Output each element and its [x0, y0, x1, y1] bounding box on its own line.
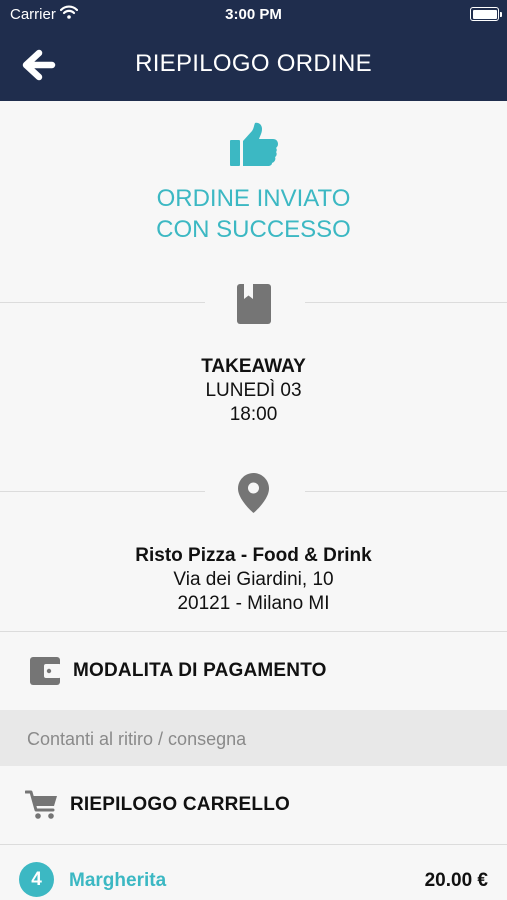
divider: [0, 302, 205, 303]
divider: [305, 491, 507, 492]
status-bar: Carrier 3:00 PM: [0, 0, 507, 28]
page-title: RIEPILOGO ORDINE: [135, 50, 372, 77]
map-pin-icon: [238, 473, 269, 513]
item-price: 20.00 €: [424, 870, 488, 891]
order-time: 18:00: [229, 404, 278, 425]
location-info: Risto Pizza - Food & Drink Via dei Giard…: [0, 544, 507, 616]
payment-section-header: MODALITA DI PAGAMENTO: [0, 632, 507, 710]
divider: [305, 302, 507, 303]
success-line-1: ORDINE INVIATO: [156, 185, 351, 212]
success-line-2: CON SUCCESSO: [156, 216, 351, 243]
nav-header: Carrier 3:00 PM RIEPILOGO ORDINE: [0, 0, 507, 101]
order-type-info: TAKEAWAY LUNEDÌ 03 18:00: [0, 355, 507, 427]
cart-title: RIEPILOGO CARRELLO: [70, 794, 290, 815]
restaurant-city: 20121 - Milano MI: [177, 593, 330, 614]
success-message: ORDINE INVIATO CON SUCCESSO: [0, 183, 507, 245]
divider: [0, 844, 507, 845]
thumbs-up-icon: [230, 122, 278, 166]
restaurant-name: Risto Pizza - Food & Drink: [135, 545, 372, 566]
payment-method: Contanti al ritiro / consegna: [0, 710, 507, 766]
cart-section-header: RIEPILOGO CARRELLO: [0, 766, 507, 844]
battery-icon: [470, 7, 502, 21]
order-type: TAKEAWAY: [201, 356, 306, 377]
payment-method-label: Contanti al ritiro / consegna: [27, 729, 247, 749]
restaurant-address: Via dei Giardini, 10: [173, 569, 334, 590]
payment-title: MODALITA DI PAGAMENTO: [73, 660, 327, 681]
divider: [0, 491, 205, 492]
quantity-badge: 4: [19, 862, 54, 897]
order-day: LUNEDÌ 03: [205, 380, 302, 401]
wallet-icon: [30, 657, 61, 685]
status-time: 3:00 PM: [225, 6, 282, 23]
book-icon: [237, 284, 271, 324]
item-name: Margherita: [69, 870, 167, 891]
cart-icon: [25, 790, 57, 819]
